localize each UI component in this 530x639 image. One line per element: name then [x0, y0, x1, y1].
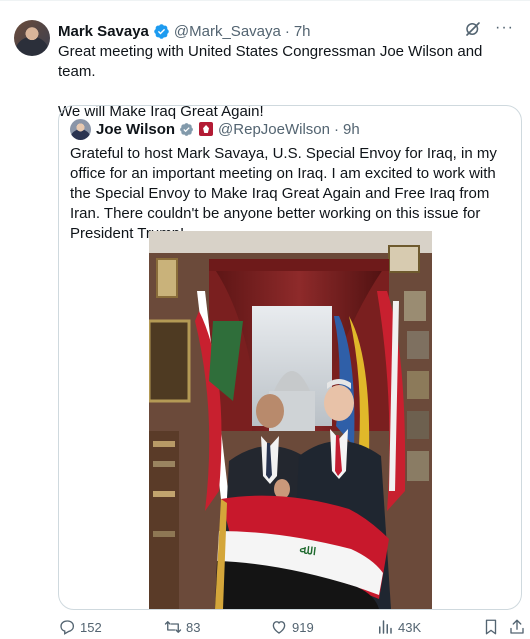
views-icon: [379, 620, 392, 634]
separator-dot: ·: [284, 22, 290, 40]
quoted-tweet-photo[interactable]: ﷲ: [149, 231, 432, 609]
views-count: 43K: [398, 619, 422, 635]
quoted-post-time[interactable]: 9h: [343, 121, 360, 138]
like-icon: [272, 621, 286, 634]
separator-dot: ·: [333, 120, 339, 138]
share-button[interactable]: [508, 617, 526, 637]
reply-count: 152: [80, 619, 102, 635]
reply-icon: [60, 620, 75, 635]
views-button[interactable]: 43K: [376, 617, 421, 637]
reply-button[interactable]: 152: [58, 617, 102, 637]
tweet[interactable]: Mark Savaya @Mark_Savaya · 7h ··· Great …: [0, 0, 530, 639]
verified-badge-icon: [154, 23, 169, 39]
post-time[interactable]: 7h: [294, 23, 311, 40]
quoted-author-handle[interactable]: @RepJoeWilson: [218, 121, 330, 138]
repost-count: 83: [186, 619, 201, 635]
like-button[interactable]: 919: [270, 617, 314, 637]
quoted-author-avatar[interactable]: [70, 118, 91, 140]
author-avatar[interactable]: [14, 20, 50, 56]
verified-badge-icon: [180, 122, 193, 136]
share-icon: [510, 619, 524, 634]
bookmark-button[interactable]: [482, 617, 500, 637]
quoted-tweet-header: Joe Wilson @RepJoeWilson · 9h: [70, 118, 360, 140]
quoted-tweet[interactable]: Joe Wilson @RepJoeWilson · 9h Grateful t…: [58, 105, 522, 610]
government-flag-icon: [199, 122, 214, 136]
repost-button[interactable]: 83: [164, 617, 200, 637]
grok-icon[interactable]: [464, 20, 482, 38]
action-bar: 152 83 919 43K: [58, 617, 524, 637]
tweet-header: Mark Savaya @Mark_Savaya · 7h ···: [58, 19, 514, 42]
office-meeting-photo: ﷲ: [149, 231, 432, 609]
author-name[interactable]: Mark Savaya: [58, 23, 149, 40]
repost-icon: [164, 621, 182, 633]
like-count: 919: [292, 619, 314, 635]
bookmark-icon: [485, 619, 497, 635]
tweet-text-line: Great meeting with United States Congres…: [58, 43, 483, 80]
author-handle[interactable]: @Mark_Savaya: [174, 23, 281, 40]
quoted-tweet-text: Grateful to host Mark Savaya, U.S. Speci…: [70, 145, 497, 242]
quoted-author-name[interactable]: Joe Wilson: [96, 121, 175, 138]
more-icon[interactable]: ···: [495, 19, 514, 37]
